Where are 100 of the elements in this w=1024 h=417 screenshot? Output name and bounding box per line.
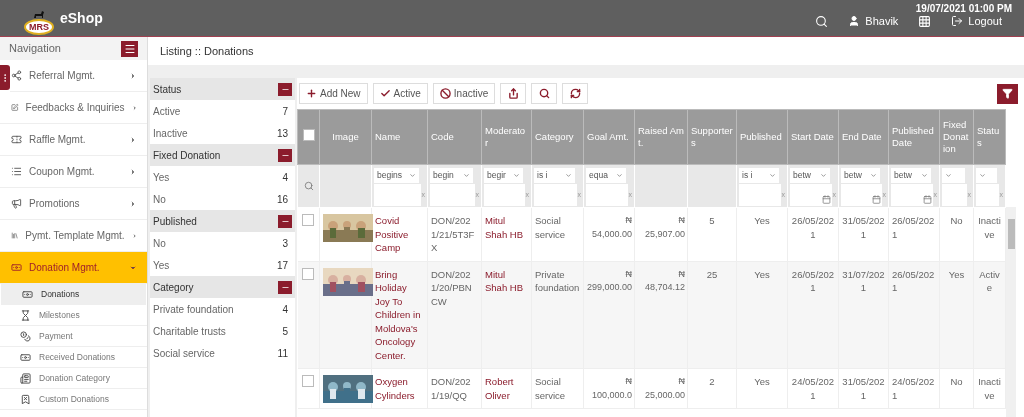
menu-button[interactable] [121, 40, 138, 57]
megaphone-icon [11, 198, 22, 209]
brand-name: eShop [60, 8, 103, 28]
table-cell[interactable]: Oxygen Cylinders [371, 368, 428, 409]
nav-subitem[interactable]: Donation Category [0, 368, 147, 389]
chevron-icon [979, 172, 986, 179]
nav-item[interactable]: Referral Mgmt. [10, 60, 147, 92]
table-cell: 26/05/2021 [888, 261, 940, 369]
chevron-icon [513, 172, 520, 179]
nav-subitem[interactable]: Payment [0, 326, 147, 347]
facet-title: Published [153, 214, 197, 229]
facet-option[interactable]: Yes 17 [150, 254, 295, 276]
nav-item[interactable]: Coupon Mgmt. [0, 156, 147, 188]
table-cell: No [939, 368, 974, 409]
checkbox[interactable] [302, 128, 315, 141]
collapse-button[interactable] [278, 82, 292, 96]
table-cell: Social service [531, 207, 584, 261]
table-cell: ₦ 54,000.00 [583, 207, 635, 261]
toolbar-button[interactable]: Inactive [432, 83, 496, 104]
banknote-icon [20, 351, 31, 363]
calendar-icon [871, 195, 881, 204]
facet-option[interactable]: Inactive 13 [150, 122, 295, 144]
user-menu[interactable]: Bhavik [848, 12, 899, 30]
nav-item[interactable]: Promotions [0, 188, 147, 220]
menu-icon [123, 42, 136, 55]
chevron-icon [616, 172, 623, 179]
newspaper-icon [20, 372, 31, 384]
nav-subitem[interactable]: Received Donations [0, 347, 147, 368]
table-cell: DON/2021/21/5T3FX [427, 207, 482, 261]
search-icon[interactable] [531, 83, 558, 104]
facet-option[interactable]: No 16 [150, 188, 295, 210]
checkbox[interactable] [302, 214, 315, 226]
chevron-icon [463, 172, 470, 179]
caret-icon [129, 71, 137, 80]
user-icon [848, 15, 861, 27]
table-cell[interactable]: Robert Oliver [481, 368, 532, 409]
table-cell: Social service [531, 368, 584, 409]
nav-subitem[interactable]: Custom Donations [0, 389, 147, 410]
ban-icon [439, 88, 451, 99]
facet-option[interactable]: Social service 11 [150, 342, 295, 364]
facet-title: Fixed Donation [153, 148, 221, 163]
search-icon [303, 181, 314, 192]
facet-option[interactable]: Private foundation 4 [150, 298, 295, 320]
facet-title: Status [153, 82, 182, 97]
nav-subitem[interactable]: Donations [1, 284, 146, 305]
table-cell: 31/05/2021 [838, 368, 889, 409]
table-cell[interactable]: Covid Positive Camp [371, 207, 428, 261]
toolbar-button[interactable]: Active [372, 83, 428, 104]
table-cell: Inactive [973, 207, 1006, 261]
table-cell: DON/2021/20/PBNCW [427, 261, 482, 369]
caret-icon [131, 103, 137, 112]
apps-icon[interactable] [918, 14, 932, 28]
collapse-button[interactable] [278, 148, 292, 162]
search-icon[interactable] [815, 14, 829, 28]
facet-option[interactable]: Active 7 [150, 100, 295, 122]
checkbox[interactable] [302, 375, 315, 387]
checkbox[interactable] [302, 267, 315, 280]
chevron-icon [945, 172, 952, 179]
refresh-icon[interactable] [562, 83, 589, 104]
calendar-icon [922, 195, 932, 204]
logout-icon [951, 15, 964, 27]
table-cell: 26/05/2021 [888, 207, 940, 261]
breadcrumb: Listing :: Donations [160, 43, 254, 59]
chevron-icon [921, 172, 928, 179]
list-icon [11, 166, 22, 177]
table-cell[interactable]: Mitul Shah HB [481, 261, 532, 369]
table-cell: ₦ 25,907.00 [634, 207, 688, 261]
table-cell: Active [973, 261, 1006, 369]
table-cell: 5 [687, 207, 737, 261]
banknote-icon [11, 262, 22, 273]
nav-subitem[interactable]: Milestones [0, 305, 147, 326]
nav-item[interactable]: Donation Mgmt. [0, 252, 147, 284]
side-tab-button[interactable] [0, 65, 10, 90]
banknote-icon [22, 289, 33, 300]
table-cell: 24/05/2021 [787, 368, 839, 409]
chevron-icon [769, 172, 776, 179]
table-cell: Yes [939, 261, 974, 369]
nav-item[interactable]: Raffle Mgmt. [0, 124, 147, 156]
table-cell: Private foundation [531, 261, 584, 369]
export-icon[interactable] [500, 83, 527, 104]
facet-option[interactable]: No 3 [150, 232, 295, 254]
scrollbar[interactable] [1006, 207, 1016, 417]
table-cell: 25 [687, 261, 737, 369]
table-cell[interactable]: Bring Holiday Joy To Children in Moldova's Oncology Center. [371, 261, 428, 369]
collapse-button[interactable] [278, 214, 292, 228]
collapse-button[interactable] [278, 280, 292, 294]
table-cell: 31/07/2021 [838, 261, 889, 369]
toolbar-button[interactable]: Add New [299, 83, 368, 104]
table-cell[interactable]: Mitul Shah HB [481, 207, 532, 261]
facet-option[interactable]: Charitable trusts 5 [150, 320, 295, 342]
chevron-icon [565, 172, 572, 179]
filter-button[interactable] [997, 83, 1018, 104]
chevron-icon [820, 172, 827, 179]
nav-item[interactable]: Feedbacks & Inquiries [0, 92, 147, 124]
table-cell: 24/05/2021 [888, 368, 940, 409]
caret-icon [129, 167, 137, 176]
facet-option[interactable]: Yes 4 [150, 166, 295, 188]
table-cell: Yes [736, 207, 788, 261]
caret-icon [129, 135, 137, 144]
facet-title: Category [153, 280, 194, 295]
